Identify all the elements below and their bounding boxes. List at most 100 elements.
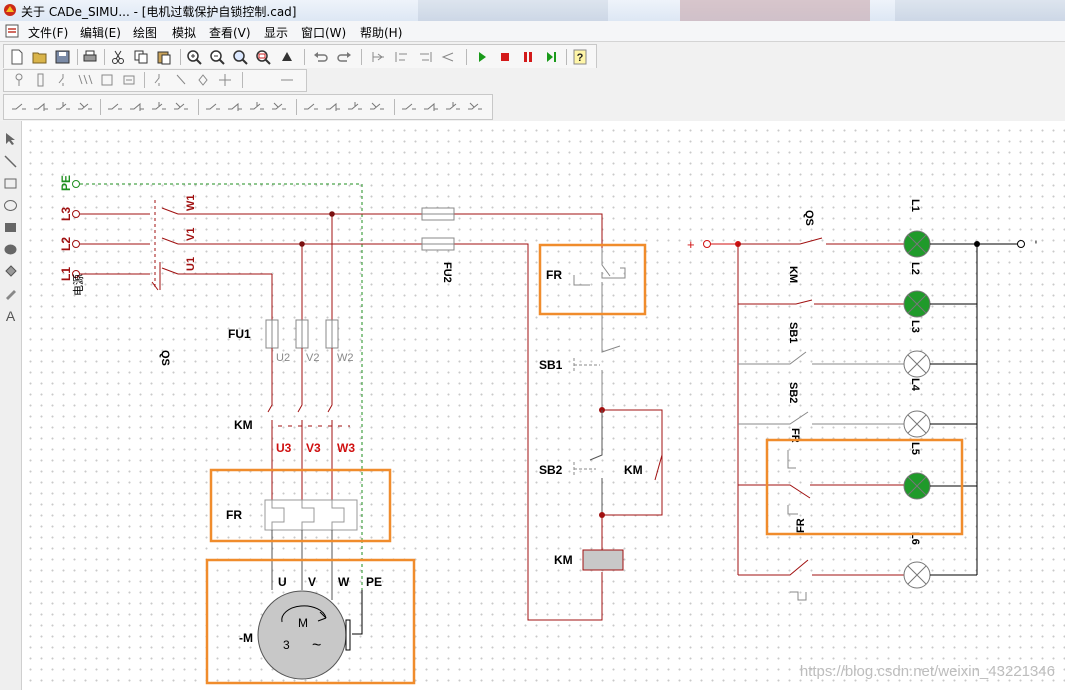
menu-edit[interactable]: 编辑(E) — [80, 24, 121, 41]
breaker-icon[interactable] — [98, 72, 116, 88]
terminal-icon[interactable] — [10, 72, 28, 88]
menu-file[interactable]: 文件(F) — [28, 24, 68, 41]
contact-nc-icon[interactable] — [172, 99, 190, 115]
menu-bar: 文件(F) 编辑(E) 绘图 模拟 查看(V) 显示 窗口(W) 帮助(H) — [0, 21, 1065, 42]
undo-icon[interactable] — [312, 49, 330, 65]
sb1-label: SB1 — [539, 358, 563, 372]
zoom-fit-icon[interactable] — [232, 49, 250, 65]
contact-no-icon[interactable] — [346, 99, 364, 115]
line-icon[interactable] — [278, 72, 296, 88]
title-bar: 关于 CADe_SIMU... - [电机过载保护自锁控制.cad] — [0, 0, 1065, 22]
l2-label: L2 — [59, 237, 73, 251]
contact-icon[interactable] — [172, 72, 190, 88]
contact-nc-icon[interactable] — [76, 99, 94, 115]
stop-icon[interactable] — [496, 49, 514, 65]
fr-label: FR — [226, 508, 242, 522]
menu-help[interactable]: 帮助(H) — [360, 24, 402, 41]
menu-window[interactable]: 窗口(W) — [301, 24, 346, 41]
help-icon[interactable]: ? — [571, 49, 589, 65]
contact-no-icon[interactable] — [10, 99, 28, 115]
filled-rectangle-icon[interactable] — [3, 220, 18, 235]
align-icon[interactable] — [370, 49, 388, 65]
align-icon[interactable] — [416, 49, 434, 65]
contact-nc-icon[interactable] — [422, 99, 440, 115]
schematic-canvas[interactable]: PE L3 L2 L1 电源 W1 V1 U1 QS FU1 U2 V2 W2 — [22, 121, 1065, 690]
play-icon[interactable] — [473, 49, 491, 65]
zoom-in-icon[interactable] — [186, 49, 204, 65]
plus-label: + — [687, 237, 695, 252]
supply-terminals — [72, 180, 80, 278]
contact-icon[interactable] — [150, 72, 168, 88]
contact-nc-icon[interactable] — [270, 99, 288, 115]
toolbar-separator — [304, 49, 305, 65]
diamond-icon[interactable] — [194, 72, 212, 88]
contact-no-icon[interactable] — [204, 99, 222, 115]
contact-nc-icon[interactable] — [466, 99, 484, 115]
step-icon[interactable] — [542, 49, 560, 65]
drawing-toolbar: A — [0, 121, 22, 690]
contact-no-icon[interactable] — [302, 99, 320, 115]
contact-nc-icon[interactable] — [226, 99, 244, 115]
filled-ellipse-icon[interactable] — [3, 242, 18, 257]
ellipse-tool-icon[interactable] — [3, 198, 18, 213]
menu-draw[interactable]: 绘图 — [133, 24, 157, 41]
contact-no-icon[interactable] — [248, 99, 266, 115]
fu1-fuses — [265, 319, 339, 349]
motor-symbol: M — [298, 616, 308, 630]
print-icon[interactable] — [81, 49, 99, 65]
contact-nc-icon[interactable] — [368, 99, 386, 115]
km-main-contacts — [267, 348, 350, 500]
svg-text:A: A — [6, 308, 16, 323]
toolbar-separator — [566, 49, 567, 65]
motor-term-w: W — [338, 575, 350, 589]
pen-tool-icon[interactable] — [3, 286, 18, 301]
ind-contact-qs: QS — [803, 210, 815, 226]
motor-term-pe: PE — [366, 575, 382, 589]
contact-nc-icon[interactable] — [32, 99, 50, 115]
line-tool-icon[interactable] — [3, 154, 18, 169]
switch-icon[interactable] — [54, 72, 72, 88]
lamp-l1 — [903, 230, 931, 258]
pause-icon[interactable] — [519, 49, 537, 65]
rectangle-tool-icon[interactable] — [3, 176, 18, 191]
contact-no-icon[interactable] — [54, 99, 72, 115]
zoom-window-icon[interactable] — [255, 49, 273, 65]
contact-no-icon[interactable] — [106, 99, 124, 115]
open-icon[interactable] — [31, 49, 49, 65]
contact-no-icon[interactable] — [400, 99, 418, 115]
align-icon[interactable] — [393, 49, 411, 65]
background-window-tab[interactable] — [895, 0, 1065, 21]
copy-icon[interactable] — [132, 49, 150, 65]
menu-display[interactable]: 显示 — [264, 24, 288, 41]
fill-bucket-icon[interactable] — [3, 264, 18, 279]
background-window-tab[interactable] — [680, 0, 870, 21]
contact-no-icon[interactable] — [150, 99, 168, 115]
select-arrow-icon[interactable] — [3, 131, 18, 146]
toolbar-separator — [466, 49, 467, 65]
menu-simulate[interactable]: 模拟 — [172, 24, 196, 41]
contact-nc-icon[interactable] — [128, 99, 146, 115]
save-icon[interactable] — [54, 49, 72, 65]
menu-view[interactable]: 查看(V) — [209, 24, 251, 41]
text-tool-icon[interactable]: A — [3, 308, 18, 323]
relay-icon[interactable] — [120, 72, 138, 88]
source-label: 电源 — [71, 274, 85, 296]
qs-contact-v1: V1 — [185, 228, 197, 241]
fu1-out-u2: U2 — [276, 352, 290, 364]
junction-dot — [329, 211, 335, 217]
zoom-out-icon[interactable] — [209, 49, 227, 65]
contact-no-icon[interactable] — [444, 99, 462, 115]
cut-icon[interactable] — [109, 49, 127, 65]
redo-icon[interactable] — [335, 49, 353, 65]
switch-3p-icon[interactable] — [76, 72, 94, 88]
background-window-tab[interactable] — [418, 0, 608, 21]
cross-icon[interactable] — [216, 72, 234, 88]
contact-nc-icon[interactable] — [324, 99, 342, 115]
align-icon[interactable] — [439, 49, 457, 65]
km-out-w3: W3 — [337, 441, 355, 455]
new-icon[interactable] — [8, 49, 26, 65]
fuse-icon[interactable] — [32, 72, 50, 88]
document-icon — [5, 24, 19, 38]
paste-icon[interactable] — [155, 49, 173, 65]
pan-icon[interactable] — [278, 49, 296, 65]
